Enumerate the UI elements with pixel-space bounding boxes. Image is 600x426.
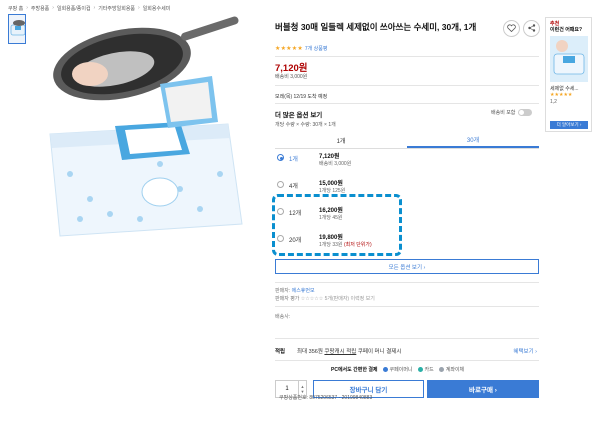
seller-rating-key: 판매자 평가 — [275, 296, 300, 302]
product-rating: ★★★★★ 7개 상품평 — [275, 45, 327, 52]
option-price: 15,000원 — [319, 181, 343, 187]
divider — [275, 282, 539, 283]
recommended-product-price: 1,2 — [550, 99, 557, 105]
share-button[interactable] — [523, 20, 540, 37]
recommended-product-stars: ★★★★★ — [550, 92, 573, 98]
option-radio[interactable] — [277, 181, 284, 188]
tab-1-unit[interactable]: 1개 — [275, 133, 407, 148]
payment-method-card: 카드 — [417, 366, 434, 373]
seller-row: 판매자: 에스휴먼모 — [275, 287, 315, 294]
see-more-button[interactable]: 더 알아보기 › — [550, 121, 588, 129]
seller-key: 판매자: — [275, 288, 291, 294]
breadcrumb: 쿠팡 홈 › 주방용품 › 일회용품/종이컵 › 기타주방일회용품 › 일회용수… — [8, 3, 170, 13]
breadcrumb-item[interactable]: 기타주방일회용품 — [98, 5, 135, 12]
cart-button-label: 장바구니 담기 — [349, 387, 388, 394]
reward-row: 적립 최대 356원 쿠팡캐시 적립 쿠페이 머니 결제시 혜택보기 › — [275, 344, 539, 358]
recommendation-panel: 추천 이런건 어때요? 세제없 수세... ★★★★★ 1,2 더 알아보기 › — [545, 17, 592, 132]
all-options-button[interactable]: 모든 옵션 보기 › — [275, 259, 539, 274]
more-options-heading: 더 많은 옵션 보기 — [275, 112, 323, 119]
payment-methods: PC에서도 간편한 결제 쿠페이머니 카드 계좌이체 — [331, 366, 464, 373]
option-unit-price: 1개당 125원 — [319, 188, 346, 194]
breadcrumb-item[interactable]: 주방용품 — [31, 5, 49, 12]
tab-30-unit[interactable]: 30개 — [407, 133, 539, 148]
review-count-link[interactable]: 7개 상품평 — [305, 45, 328, 52]
reward-label: 적립 — [275, 349, 286, 355]
benefits-link[interactable]: 혜택보기 › — [513, 347, 537, 355]
card-icon — [417, 367, 423, 372]
buy-now-button[interactable]: 바로구매 › — [427, 380, 539, 398]
card-label: 카드 — [424, 367, 434, 373]
product-title: 버블청 30매 일들렉 세제없이 쓰아쓰는 수세미, 30개, 1개 — [275, 22, 477, 32]
quantity-value[interactable]: 1 — [276, 386, 298, 392]
breadcrumb-item[interactable]: 일회용수세미 — [143, 5, 171, 12]
reward-amount: 최대 356원 — [297, 349, 325, 355]
breadcrumb-separator: › — [138, 5, 140, 11]
bank-transfer-icon — [438, 367, 444, 372]
product-code: 쿠팡상품번호: 8075206537 - 20199840883 — [279, 395, 373, 401]
recommendation-title: 추천 이런건 어때요? — [550, 21, 582, 33]
free-shipping-toggle[interactable]: 배송비 포함 — [491, 109, 533, 116]
product-thumbnail[interactable] — [8, 14, 26, 44]
divider — [275, 306, 539, 307]
product-main-image — [30, 14, 252, 244]
product-price: 7,120원 — [275, 63, 308, 74]
buy-button-label: 바로구매 › — [469, 387, 497, 394]
divider — [275, 360, 539, 361]
option-name: 4개 — [289, 184, 298, 190]
free-shipping-label: 배송비 포함 — [491, 110, 516, 116]
coupay-label: 쿠페이머니 — [389, 367, 413, 373]
recommended-product-name[interactable]: 세제없 수세... — [550, 85, 579, 92]
option-tabs: 1개 30개 — [275, 133, 539, 149]
coupay-icon — [382, 367, 388, 372]
divider — [275, 103, 539, 104]
recommended-product-image[interactable] — [550, 36, 588, 82]
seller-rating-value[interactable]: ☆☆☆☆☆ 5개(판매자) 이력정 보기 — [301, 296, 375, 302]
breadcrumb-separator: › — [52, 5, 54, 11]
coupang-cash-link[interactable]: 쿠팡캐시 적립 — [324, 349, 356, 355]
breadcrumb-separator: › — [93, 5, 96, 11]
heart-icon — [507, 23, 516, 34]
option-price: 7,120원 — [319, 154, 340, 160]
transfer-label: 계좌이체 — [445, 367, 465, 373]
breadcrumb-item[interactable]: 쿠팡 홈 — [8, 5, 23, 12]
rating-stars: ★★★★★ — [275, 46, 303, 52]
reward-text: 최대 356원 쿠팡캐시 적립 쿠페이 머니 결제시 — [297, 347, 401, 355]
option-row[interactable]: 1개 7,120원 배송비 3,000원 — [275, 150, 539, 178]
option-unit-price: 배송비 3,000원 — [319, 161, 352, 167]
breadcrumb-separator: › — [26, 5, 28, 11]
breadcrumb-item[interactable]: 일회용품/종이컵 — [57, 5, 91, 12]
carrier-key: 배송사: — [275, 314, 291, 320]
highlight-box — [272, 194, 402, 256]
shipping-fee: 배송비 3,000원 — [275, 74, 308, 80]
option-radio[interactable] — [277, 154, 284, 161]
payment-title: PC에서도 간편한 결제 — [331, 367, 378, 373]
divider — [275, 56, 539, 57]
seller-rating-row: 판매자 평가 ☆☆☆☆☆ 5개(판매자) 이력정 보기 — [275, 295, 375, 302]
option-name: 1개 — [289, 157, 298, 163]
delivery-date: 모레(목) 12/19 도착 예정 — [275, 94, 328, 100]
reward-condition: 쿠페이 머니 결제시 — [356, 349, 402, 355]
recommendation-subtitle: 이런건 어때요? — [550, 27, 583, 33]
payment-method-coupay: 쿠페이머니 — [382, 366, 413, 373]
payment-method-transfer: 계좌이체 — [438, 366, 465, 373]
favorite-button[interactable] — [503, 20, 520, 37]
toggle-switch[interactable] — [518, 109, 533, 116]
divider — [275, 338, 539, 339]
divider — [275, 85, 539, 86]
carrier-row: 배송사: — [275, 313, 290, 320]
share-icon — [527, 23, 536, 34]
option-summary: 개당 수량 × 수량: 30개 × 1개 — [275, 122, 336, 128]
seller-name-link[interactable]: 에스휴먼모 — [292, 288, 315, 294]
